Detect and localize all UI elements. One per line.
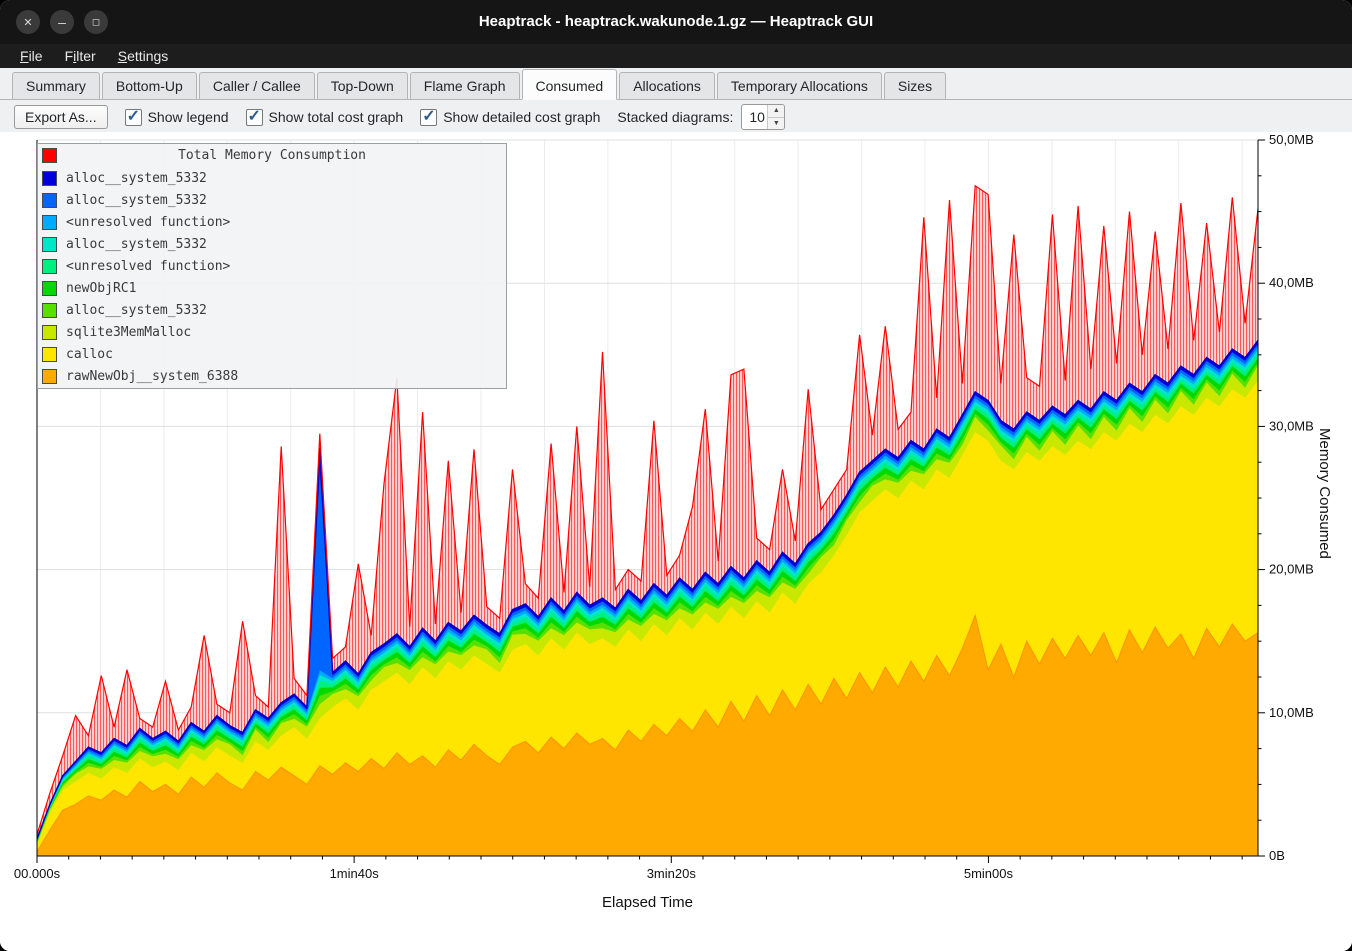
show-detailed-cost-checkbox[interactable]	[420, 109, 437, 126]
legend-item: sqlite3MemMalloc	[38, 321, 506, 343]
menu-settings[interactable]: Settings	[108, 46, 179, 66]
legend-item: alloc__system_5332	[38, 167, 506, 189]
legend-swatch	[42, 303, 57, 318]
x-tick-label: 1min40s	[330, 866, 380, 881]
y-tick-label: 50,0MB	[1269, 132, 1314, 147]
show-legend-option: Show legend	[125, 109, 229, 126]
legend-item: alloc__system_5332	[38, 233, 506, 255]
legend-swatch	[42, 347, 57, 362]
tab-flame-graph[interactable]: Flame Graph	[410, 72, 520, 99]
tab-top-down[interactable]: Top-Down	[317, 72, 408, 99]
y-tick-label: 40,0MB	[1269, 275, 1314, 290]
show-detailed-cost-option: Show detailed cost graph	[420, 109, 600, 126]
legend-swatch	[42, 259, 57, 274]
show-total-cost-checkbox[interactable]	[246, 109, 263, 126]
menu-file[interactable]: File	[10, 46, 53, 66]
legend-swatch	[42, 237, 57, 252]
y-axis-title: Memory Consumed	[1316, 428, 1333, 559]
y-tick-label: 10,0MB	[1269, 705, 1314, 720]
show-detailed-cost-label[interactable]: Show detailed cost graph	[443, 109, 600, 125]
y-tick-label: 20,0MB	[1269, 562, 1314, 577]
legend-swatch	[42, 171, 57, 186]
tab-consumed[interactable]: Consumed	[522, 69, 618, 100]
stacked-diagrams-control: Stacked diagrams: 10 ▲ ▼	[617, 104, 785, 130]
tab-bottom-up[interactable]: Bottom-Up	[102, 72, 197, 99]
legend-label: alloc__system_5332	[66, 171, 207, 186]
menu-filter[interactable]: Filter	[55, 46, 106, 66]
legend-item: <unresolved function>	[38, 255, 506, 277]
menubar: File Filter Settings	[0, 44, 1352, 68]
legend-swatch	[42, 281, 57, 296]
spin-down-icon[interactable]: ▼	[768, 117, 784, 130]
chart-legend: Total Memory Consumption alloc__system_53…	[37, 143, 507, 389]
legend-label: newObjRC1	[66, 281, 136, 296]
show-total-cost-label[interactable]: Show total cost graph	[269, 109, 404, 125]
legend-swatch	[42, 325, 57, 340]
x-tick-label: 00.000s	[14, 866, 61, 881]
tab-bar: Summary Bottom-Up Caller / Callee Top-Do…	[0, 70, 1352, 100]
legend-swatch-total	[42, 148, 57, 163]
minimize-icon[interactable]	[50, 10, 74, 34]
legend-item: rawNewObj__system_6388	[38, 365, 506, 387]
close-icon[interactable]	[16, 10, 40, 34]
legend-item: newObjRC1	[38, 277, 506, 299]
stacked-diagrams-spinbox: 10 ▲ ▼	[741, 104, 785, 130]
window-controls	[16, 10, 108, 34]
chart-area: 00.000s 1min40s 3min20s 5min00s 0B 10,0MB 20,0…	[0, 132, 1352, 951]
legend-title-row: Total Memory Consumption	[38, 145, 506, 167]
legend-label: alloc__system_5332	[66, 237, 207, 252]
spin-up-icon[interactable]: ▲	[768, 105, 784, 117]
legend-title: Total Memory Consumption	[38, 145, 506, 167]
legend-swatch	[42, 215, 57, 230]
legend-item: alloc__system_5332	[38, 299, 506, 321]
show-total-cost-option: Show total cost graph	[246, 109, 404, 126]
legend-swatch	[42, 193, 57, 208]
tab-summary[interactable]: Summary	[12, 72, 100, 99]
legend-item: calloc	[38, 343, 506, 365]
y-tick-label: 0B	[1269, 848, 1285, 863]
maximize-icon[interactable]	[84, 10, 108, 34]
chart-toolbar: Export As... Show legend Show total cost…	[0, 102, 1352, 132]
show-legend-checkbox[interactable]	[125, 109, 142, 126]
legend-label: <unresolved function>	[66, 215, 230, 230]
titlebar[interactable]: Heaptrack - heaptrack.wakunode.1.gz — He…	[0, 0, 1352, 44]
tab-caller-callee[interactable]: Caller / Callee	[199, 72, 315, 99]
legend-item: alloc__system_5332	[38, 189, 506, 211]
content: Summary Bottom-Up Caller / Callee Top-Do…	[0, 68, 1352, 951]
tab-sizes[interactable]: Sizes	[884, 72, 946, 99]
legend-label: alloc__system_5332	[66, 193, 207, 208]
tab-allocations[interactable]: Allocations	[619, 72, 715, 99]
window-title: Heaptrack - heaptrack.wakunode.1.gz — He…	[120, 0, 1232, 44]
stacked-diagrams-value[interactable]: 10	[742, 105, 767, 129]
legend-label: rawNewObj__system_6388	[66, 369, 238, 384]
legend-swatch	[42, 369, 57, 384]
legend-label: calloc	[66, 347, 113, 362]
tab-temporary-allocations[interactable]: Temporary Allocations	[717, 72, 882, 99]
legend-label: <unresolved function>	[66, 259, 230, 274]
y-tick-label: 30,0MB	[1269, 418, 1314, 433]
legend-label: sqlite3MemMalloc	[66, 325, 191, 340]
x-tick-label: 5min00s	[964, 866, 1014, 881]
app-window: Heaptrack - heaptrack.wakunode.1.gz — He…	[0, 0, 1352, 951]
legend-item: <unresolved function>	[38, 211, 506, 233]
legend-label: alloc__system_5332	[66, 303, 207, 318]
spin-buttons: ▲ ▼	[767, 105, 784, 129]
export-as-button[interactable]: Export As...	[14, 105, 108, 129]
x-tick-label: 3min20s	[647, 866, 697, 881]
stacked-diagrams-label: Stacked diagrams:	[617, 109, 733, 125]
show-legend-label[interactable]: Show legend	[148, 109, 229, 125]
x-axis-title: Elapsed Time	[37, 894, 1258, 911]
